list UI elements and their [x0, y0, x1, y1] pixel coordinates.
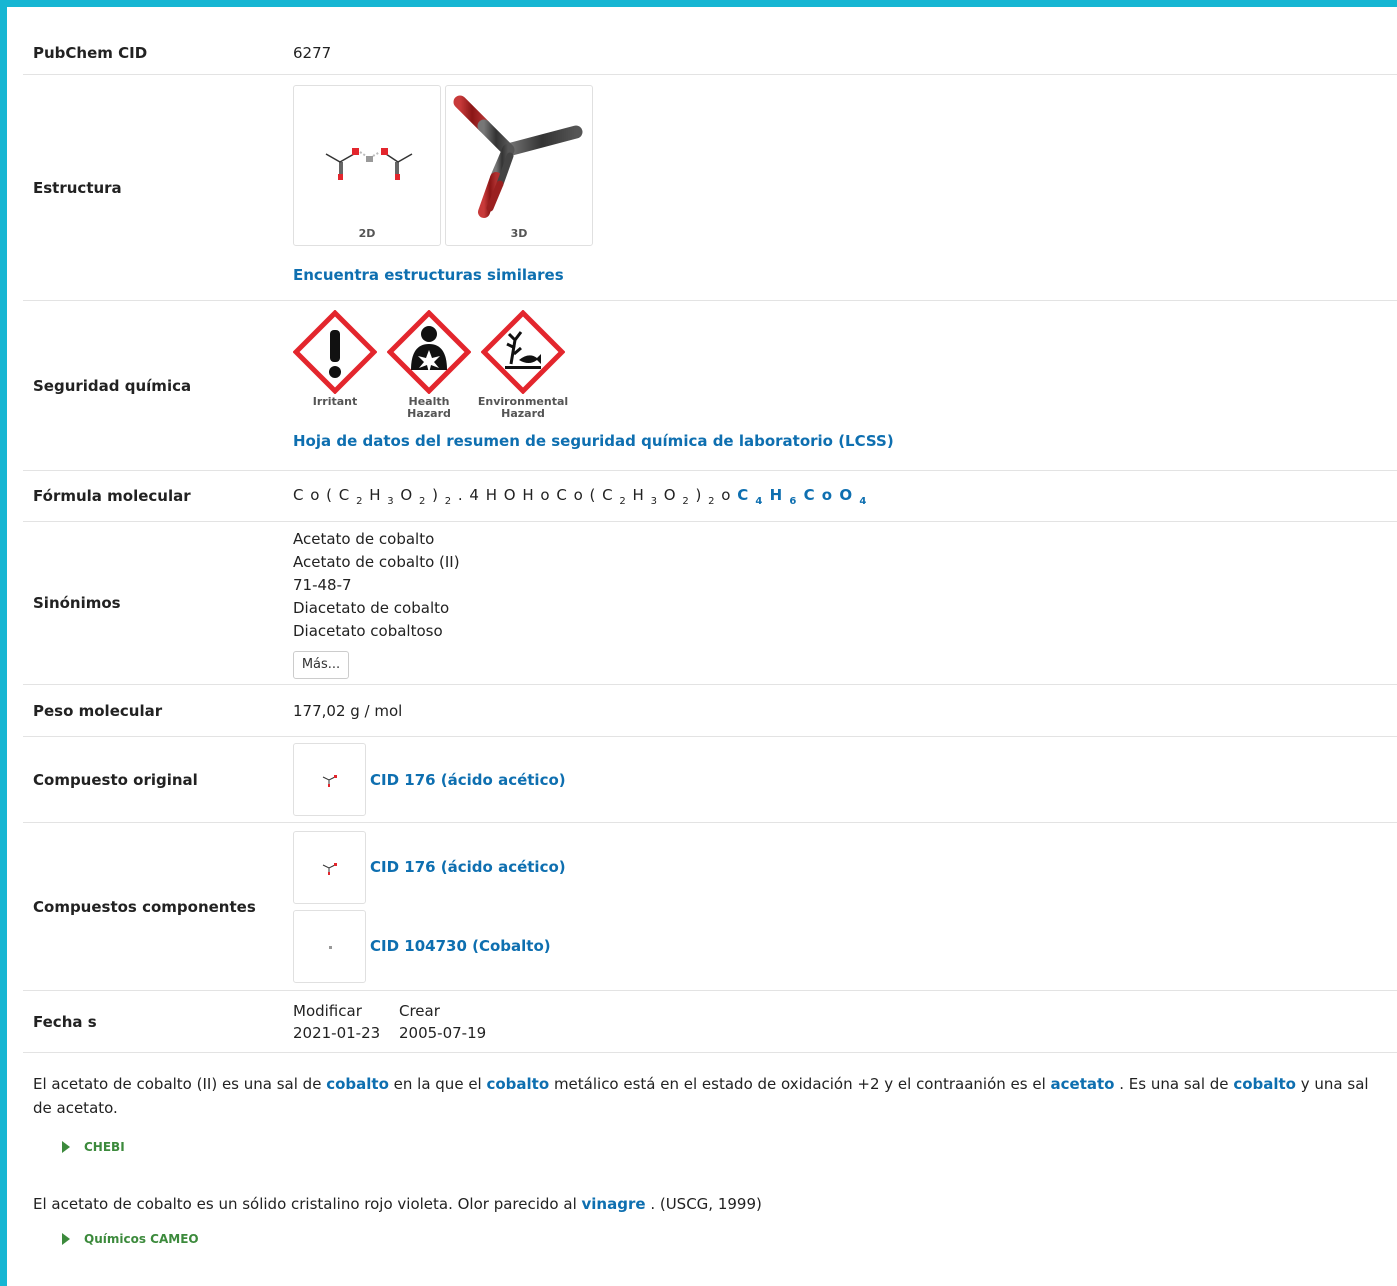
row-chemical-safety: Seguridad química Irritant Health Hazard…: [23, 301, 1397, 471]
synonym-list: Acetato de cobalto Acetato de cobalto (I…: [293, 528, 1397, 643]
row-label: Seguridad química: [33, 376, 192, 395]
row-label: Compuesto original: [33, 770, 198, 789]
ghs-irritant-pictogram[interactable]: Irritant: [293, 310, 377, 420]
row-label: PubChem CID: [33, 44, 148, 62]
cobalt-link[interactable]: cobalto: [486, 1075, 549, 1093]
row-parent-compound: Compuesto original CID 176 (ácido acétic…: [23, 737, 1397, 823]
caption-3d: 3D: [510, 227, 528, 240]
health-hazard-icon: [387, 310, 471, 394]
formula-link[interactable]: C 4 H 6 C o O 4: [737, 486, 867, 507]
create-header: Crear: [399, 1001, 440, 1020]
description-cameo: El acetato de cobalto es un sólido crist…: [33, 1195, 762, 1213]
row-component-compounds: Compuestos componentes CID 176 (ácido ac…: [23, 823, 1397, 991]
row-label: Peso molecular: [33, 701, 163, 720]
create-date: 2005-07-19: [399, 1023, 487, 1042]
atom-thumbnail-icon: [329, 945, 332, 949]
row-synonyms: Sinónimos Acetato de cobalto Acetato de …: [23, 522, 1397, 685]
molecular-weight-value: 177,02 g / mol: [293, 701, 403, 720]
pictogram-caption: Environmental Hazard: [477, 395, 569, 420]
row-label: Compuestos componentes: [33, 897, 256, 916]
row-dates: Fecha s Modificar Crear 2021-01-23 2005-…: [23, 991, 1397, 1053]
cid-value: 6277: [293, 44, 332, 62]
description-chebi: El acetato de cobalto (II) es una sal de…: [33, 1075, 1369, 1117]
find-similar-structures-link[interactable]: Encuentra estructuras similares: [293, 266, 1397, 284]
source-cameo-toggle[interactable]: Químicos CAMEO: [62, 1232, 199, 1246]
caret-right-icon: [62, 1141, 70, 1153]
source-chebi-toggle[interactable]: CHEBI: [62, 1140, 125, 1154]
caption-2d: 2D: [358, 227, 376, 240]
molecule-thumbnail-icon: [322, 862, 337, 875]
vinegar-link[interactable]: vinagre: [582, 1195, 646, 1213]
ghs-health-hazard-pictogram[interactable]: Health Hazard: [387, 310, 471, 420]
row-label: Sinónimos: [33, 594, 121, 612]
pictogram-caption: Irritant: [312, 395, 358, 408]
pictogram-caption: Health Hazard: [407, 395, 451, 420]
structure-3d-image[interactable]: 3D: [445, 85, 593, 246]
source-label: CHEBI: [84, 1140, 125, 1154]
list-item: 71-48-7: [293, 575, 352, 594]
molecule-2d-icon: [325, 148, 413, 180]
row-label: Fórmula molecular: [33, 487, 191, 505]
environmental-hazard-icon: [481, 310, 565, 394]
row-label: Estructura: [33, 178, 122, 197]
compound-summary-table: PubChem CID 6277 Estructura 2D 3D Encuen…: [23, 32, 1397, 1053]
row-structure: Estructura 2D 3D Encuentra estructuras s…: [23, 75, 1397, 301]
component-thumbnail-acetic-acid[interactable]: [293, 830, 366, 904]
list-item: Diacetato de cobalto: [293, 598, 450, 617]
acetate-link[interactable]: acetato: [1051, 1075, 1115, 1093]
dates-table: Modificar Crear 2021-01-23 2005-07-19: [293, 1000, 1397, 1044]
component-link-acetic-acid[interactable]: CID 176 (ácido acético): [370, 858, 566, 876]
molecule-thumbnail-icon: [322, 775, 337, 787]
structure-2d-image[interactable]: 2D: [293, 85, 441, 246]
row-label: Fecha s: [33, 1012, 97, 1031]
parent-compound-thumbnail[interactable]: [293, 743, 366, 816]
lcss-datasheet-link[interactable]: Hoja de datos del resumen de seguridad q…: [293, 432, 1397, 450]
cobalt-link[interactable]: cobalto: [1233, 1075, 1296, 1093]
ghs-environmental-hazard-pictogram[interactable]: Environmental Hazard: [477, 310, 569, 420]
caret-right-icon: [62, 1233, 70, 1245]
component-thumbnail-cobalt[interactable]: [293, 909, 366, 983]
list-item: Acetato de cobalto (II): [293, 552, 460, 571]
exclamation-icon: [293, 310, 377, 394]
row-molecular-weight: Peso molecular 177,02 g / mol: [23, 685, 1397, 737]
modify-header: Modificar: [293, 1001, 362, 1020]
more-synonyms-button[interactable]: Más...: [293, 650, 349, 679]
component-link-cobalt[interactable]: CID 104730 (Cobalto): [370, 937, 551, 955]
parent-compound-link[interactable]: CID 176 (ácido acético): [370, 771, 566, 789]
molecular-formula: C o ( C 2 H 3 O 2 ) 2 . 4 H O H o C o ( …: [293, 485, 868, 507]
list-item: Diacetato cobaltoso: [293, 621, 443, 640]
row-pubchem-cid: PubChem CID 6277: [23, 32, 1397, 75]
source-label: Químicos CAMEO: [84, 1232, 199, 1246]
molecule-3d-icon: [453, 95, 583, 218]
cobalt-link[interactable]: cobalto: [326, 1075, 389, 1093]
modify-date: 2021-01-23: [293, 1023, 381, 1042]
list-item: Acetato de cobalto: [293, 529, 435, 548]
row-molecular-formula: Fórmula molecular C o ( C 2 H 3 O 2 ) 2 …: [23, 471, 1397, 522]
